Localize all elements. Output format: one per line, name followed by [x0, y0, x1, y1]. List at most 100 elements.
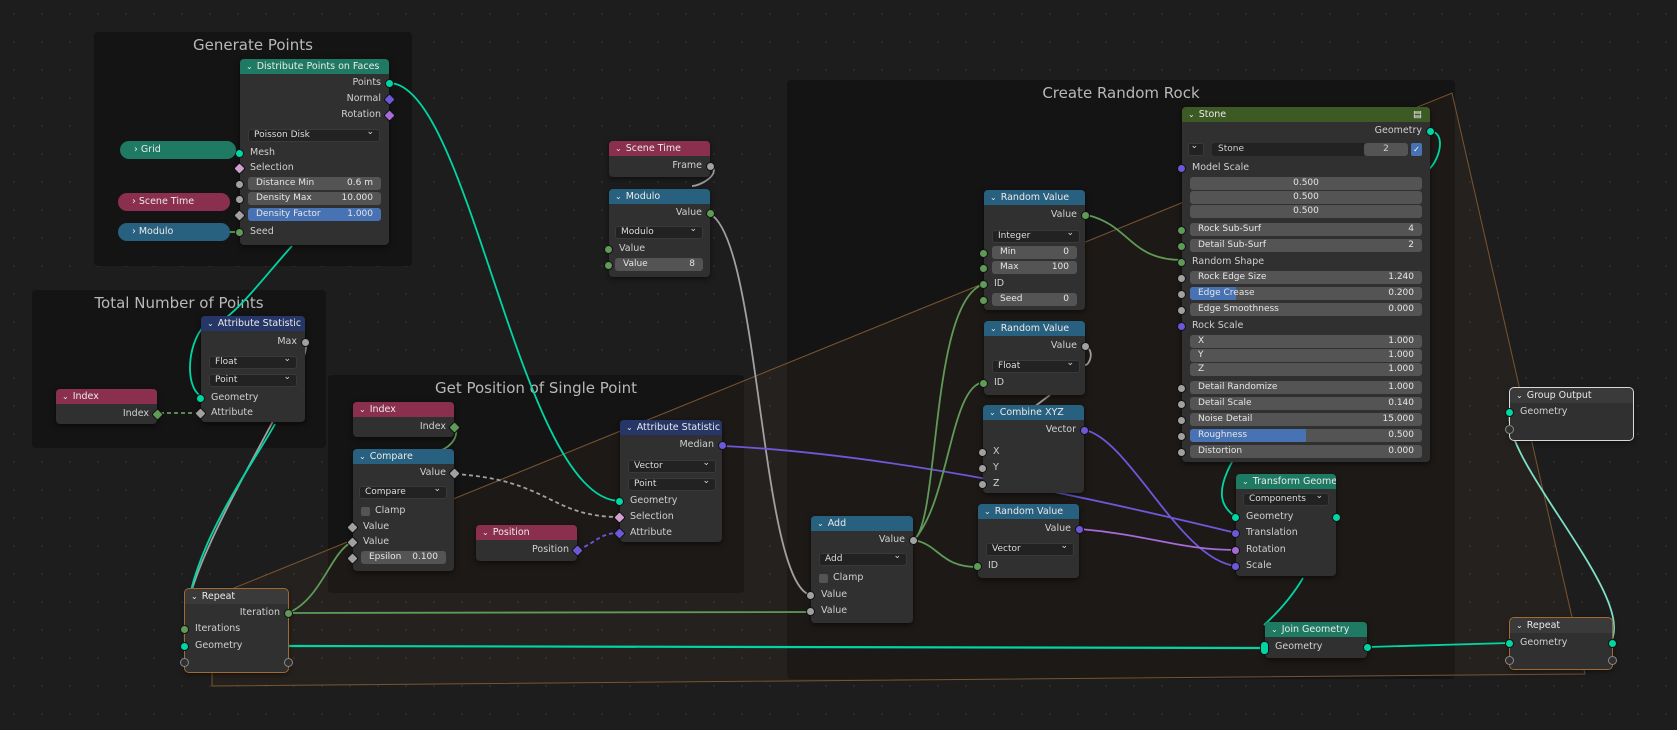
modulo-value-field[interactable]: Value 8: [615, 258, 703, 271]
node-header[interactable]: ⌄ Join Geometry: [1265, 622, 1367, 637]
input-socket[interactable]: [605, 262, 612, 269]
edge-smoothness-field[interactable]: Edge Smoothness 0.000: [1190, 303, 1422, 316]
rock-scale-z-field[interactable]: Z 1.000: [1190, 363, 1422, 376]
input-socket[interactable]: [181, 643, 188, 650]
node-join-geometry[interactable]: ⌄ Join Geometry Geometry: [1261, 622, 1371, 658]
output-socket[interactable]: [1364, 644, 1371, 651]
chevron-down-icon[interactable]: ⌄: [359, 402, 366, 417]
input-socket[interactable]: [1232, 547, 1239, 554]
chevron-down-icon[interactable]: ⌄: [1271, 622, 1278, 637]
chevron-down-icon[interactable]: ⌄: [62, 389, 69, 404]
model-scale-x-field[interactable]: 0.500: [1190, 177, 1422, 190]
chevron-down-icon[interactable]: ⌄: [990, 190, 997, 205]
transform-mode-dropdown[interactable]: Components: [1243, 490, 1329, 506]
data-type-dropdown[interactable]: Vector: [628, 457, 716, 473]
input-socket[interactable]: [1178, 323, 1185, 330]
node-distribute-points[interactable]: ⌄ Distribute Points on Faces Points Norma…: [234, 59, 395, 245]
input-socket[interactable]: [1178, 417, 1185, 424]
node-combine-xyz[interactable]: ⌄ Combine XYZ Vector X Y Z: [979, 405, 1088, 493]
node-header[interactable]: ⌄ Index: [353, 402, 454, 417]
math-operation-dropdown[interactable]: Add: [819, 550, 907, 566]
input-socket[interactable]: [236, 196, 243, 203]
node-random-value-vector[interactable]: ⌄Random Value Value Vector ID: [974, 504, 1083, 578]
chevron-right-icon[interactable]: ›: [132, 196, 139, 207]
node-header[interactable]: ⌄ Group Output: [1510, 388, 1633, 403]
node-header[interactable]: ⌄Transform Geome...: [1236, 474, 1336, 489]
output-socket[interactable]: [1609, 640, 1616, 647]
chevron-right-icon[interactable]: ›: [132, 226, 139, 237]
output-socket[interactable]: [1081, 427, 1088, 434]
node-repeat-input[interactable]: ⌄ Repeat Iteration Iterations Geometry: [181, 588, 292, 673]
input-socket[interactable]: [1178, 165, 1185, 172]
input-socket[interactable]: [1178, 243, 1185, 250]
seed-field[interactable]: Seed 0: [992, 293, 1077, 306]
output-socket[interactable]: [910, 537, 917, 544]
output-socket[interactable]: [1076, 526, 1083, 533]
node-attribute-statistic-max[interactable]: ⌄Attribute Statistic Max Float Point Geo…: [195, 316, 309, 422]
node-attribute-statistic-median[interactable]: ⌄Attribute Statistic Median Vector Point…: [614, 420, 726, 542]
chevron-right-icon[interactable]: ›: [134, 144, 141, 155]
node-header[interactable]: ⌄ Stone ▤: [1182, 107, 1430, 122]
chevron-down-icon[interactable]: ⌄: [1188, 107, 1195, 122]
input-socket[interactable]: [980, 265, 987, 272]
node-scene-time[interactable]: ⌄ Scene Time Frame: [609, 141, 714, 177]
input-socket[interactable]: [980, 281, 987, 288]
output-socket[interactable]: [1609, 657, 1616, 664]
output-socket[interactable]: [1427, 128, 1434, 135]
data-type-dropdown[interactable]: Float: [992, 357, 1080, 373]
detail-scale-field[interactable]: Detail Scale 0.140: [1190, 397, 1422, 410]
node-modulo-collapsed[interactable]: › Modulo: [118, 223, 230, 241]
max-field[interactable]: Max 100: [992, 261, 1077, 274]
density-factor-field[interactable]: Density Factor 1.000: [248, 208, 381, 221]
output-socket[interactable]: [707, 210, 714, 217]
input-socket[interactable]: [1178, 401, 1185, 408]
node-header[interactable]: ⌄ Attribute Statistic: [201, 316, 305, 331]
node-header[interactable]: ⌄ Combine XYZ: [983, 405, 1084, 420]
input-socket[interactable]: [605, 246, 612, 253]
chevron-down-icon[interactable]: ⌄: [615, 189, 622, 204]
domain-dropdown[interactable]: Point: [209, 371, 297, 387]
input-socket[interactable]: [236, 181, 243, 188]
input-socket[interactable]: [1178, 275, 1185, 282]
input-socket[interactable]: [236, 150, 243, 157]
chevron-down-icon[interactable]: ⌄: [246, 59, 253, 74]
chevron-down-icon[interactable]: ⌄: [359, 449, 366, 464]
rock-scale-x-field[interactable]: X 1.000: [1190, 335, 1422, 348]
chevron-down-icon[interactable]: ⌄: [626, 420, 633, 435]
node-header[interactable]: ⌄ Add: [811, 516, 913, 531]
input-socket[interactable]: [980, 380, 987, 387]
epsilon-field[interactable]: Epsilon 0.100: [361, 551, 446, 564]
node-random-value-float[interactable]: ⌄Random Value Value Float ID: [980, 321, 1089, 395]
input-socket[interactable]: [979, 465, 986, 472]
output-socket[interactable]: [285, 659, 292, 666]
node-header[interactable]: ⌄ Compare: [353, 449, 454, 464]
node-header[interactable]: ⌄ Modulo: [609, 189, 710, 204]
node-header[interactable]: ⌄ Attribute Statistic: [620, 420, 722, 435]
node-repeat-output[interactable]: ⌄ Repeat Geometry: [1506, 617, 1616, 670]
input-socket[interactable]: [1178, 291, 1185, 298]
chevron-down-icon[interactable]: ⌄: [207, 316, 214, 331]
input-socket[interactable]: [1506, 409, 1513, 416]
node-compare[interactable]: ⌄Compare Value Compare Clamp Value Value…: [347, 449, 460, 571]
data-type-dropdown[interactable]: Float: [209, 353, 297, 369]
node-tree-browse-icon[interactable]: [1188, 140, 1204, 156]
input-socket[interactable]: [974, 563, 981, 570]
input-socket[interactable]: [1178, 449, 1185, 456]
chevron-down-icon[interactable]: ⌄: [1516, 618, 1523, 633]
output-socket[interactable]: [285, 610, 292, 617]
output-socket[interactable]: [1333, 514, 1340, 521]
data-type-dropdown[interactable]: Vector: [986, 540, 1074, 556]
output-socket[interactable]: [386, 80, 393, 87]
input-socket[interactable]: [807, 592, 814, 599]
input-socket[interactable]: [1178, 227, 1185, 234]
model-scale-y-field[interactable]: 0.500: [1190, 191, 1422, 204]
node-header[interactable]: ⌄ Repeat: [185, 589, 288, 604]
detail-subsurf-field[interactable]: Detail Sub-Surf 2: [1190, 239, 1422, 252]
domain-dropdown[interactable]: Point: [628, 475, 716, 491]
chevron-down-icon[interactable]: ⌄: [191, 589, 198, 604]
rock-subsurf-field[interactable]: Rock Sub-Surf 4: [1190, 223, 1422, 236]
roughness-field[interactable]: Roughness 0.500: [1190, 429, 1422, 442]
chevron-down-icon[interactable]: ⌄: [989, 405, 996, 420]
input-socket[interactable]: [616, 498, 623, 505]
output-socket[interactable]: [1082, 212, 1089, 219]
